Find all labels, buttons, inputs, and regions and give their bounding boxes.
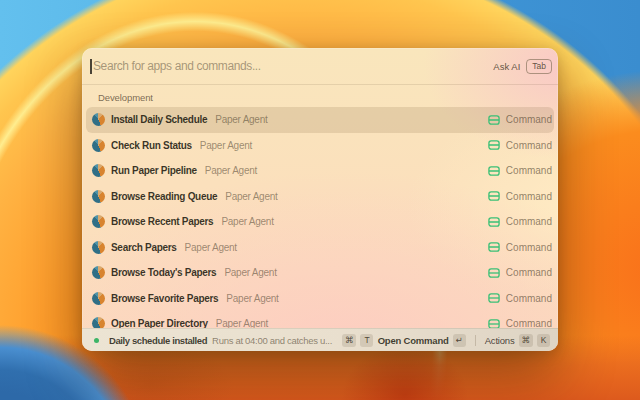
search-bar[interactable]: Search for apps and commands... Ask AI T…: [82, 48, 558, 84]
footer-status-detail: Runs at 04:00 and catches u...: [212, 335, 332, 346]
section-header: Development: [98, 91, 558, 104]
paper-agent-app-icon: [92, 241, 105, 254]
command-type-icon: [488, 114, 500, 126]
command-type-icon: [488, 216, 500, 228]
command-subtitle: Paper Agent: [205, 165, 257, 176]
paper-agent-app-icon: [92, 215, 105, 228]
command-type-label: Command: [506, 216, 552, 227]
command-type-label: Command: [506, 242, 552, 253]
list-item-5[interactable]: Browse Recent Papers Paper Agent Command: [86, 209, 554, 235]
k-key-badge: K: [537, 334, 550, 347]
command-title: Search Papers: [111, 242, 177, 253]
cmd-key-badge-2: ⌘: [519, 334, 534, 347]
paper-agent-app-icon: [92, 266, 105, 279]
t-key-badge: T: [360, 334, 373, 347]
status-dot-icon: [94, 338, 99, 343]
results-area: Development Install Daily Schedule Paper…: [82, 85, 558, 351]
command-title: Run Paper Pipeline: [111, 165, 197, 176]
paper-agent-app-icon: [92, 113, 105, 126]
command-subtitle: Paper Agent: [225, 191, 277, 202]
command-title: Browse Favorite Papers: [111, 293, 218, 304]
command-subtitle: Paper Agent: [224, 267, 276, 278]
command-type-label: Command: [506, 140, 552, 151]
tab-key-badge[interactable]: Tab: [526, 59, 552, 74]
list-item-7[interactable]: Browse Today's Papers Paper Agent Comman…: [86, 260, 554, 286]
search-placeholder[interactable]: Search for apps and commands...: [93, 59, 261, 73]
list-item-8[interactable]: Browse Favorite Papers Paper Agent Comma…: [86, 286, 554, 312]
list-item-4[interactable]: Browse Reading Queue Paper Agent Command: [86, 184, 554, 210]
command-type-icon: [488, 241, 500, 253]
command-type-icon: [488, 165, 500, 177]
command-type-label: Command: [506, 114, 552, 125]
command-subtitle: Paper Agent: [185, 242, 237, 253]
command-type-icon: [488, 292, 500, 304]
command-title: Check Run Status: [111, 140, 192, 151]
command-type-label: Command: [506, 293, 552, 304]
command-subtitle: Paper Agent: [200, 140, 252, 151]
paper-agent-app-icon: [92, 139, 105, 152]
paper-agent-app-icon: [92, 190, 105, 203]
footer-divider: [475, 335, 476, 346]
cmd-key-badge: ⌘: [342, 334, 357, 347]
return-key-badge: ↵: [453, 334, 466, 347]
command-subtitle: Paper Agent: [226, 293, 278, 304]
actions-button[interactable]: Actions: [485, 335, 515, 346]
text-caret: [90, 59, 92, 74]
command-subtitle: Paper Agent: [221, 216, 273, 227]
command-type-label: Command: [506, 191, 552, 202]
launcher-window: Search for apps and commands... Ask AI T…: [82, 48, 558, 351]
command-type-label: Command: [506, 267, 552, 278]
command-type-icon: [488, 267, 500, 279]
paper-agent-app-icon: [92, 164, 105, 177]
ask-ai-label[interactable]: Ask AI: [493, 61, 520, 72]
list-item-2[interactable]: Check Run Status Paper Agent Command: [86, 133, 554, 159]
command-subtitle: Paper Agent: [215, 114, 267, 125]
list-item-1[interactable]: Install Daily Schedule Paper Agent Comma…: [86, 107, 554, 133]
list-item-3[interactable]: Run Paper Pipeline Paper Agent Command: [86, 158, 554, 184]
command-title: Browse Today's Papers: [111, 267, 216, 278]
open-command-button[interactable]: Open Command: [378, 335, 449, 346]
footer-status-title: Daily schedule installed: [109, 335, 207, 346]
command-title: Browse Recent Papers: [111, 216, 213, 227]
list-item-6[interactable]: Search Papers Paper Agent Command: [86, 235, 554, 261]
paper-agent-app-icon: [92, 292, 105, 305]
command-list: Install Daily Schedule Paper Agent Comma…: [82, 107, 558, 337]
command-title: Browse Reading Queue: [111, 191, 217, 202]
status-bar: Daily schedule installed Runs at 04:00 a…: [82, 328, 558, 351]
command-type-label: Command: [506, 165, 552, 176]
command-type-icon: [488, 190, 500, 202]
command-title: Install Daily Schedule: [111, 114, 207, 125]
command-type-icon: [488, 139, 500, 151]
